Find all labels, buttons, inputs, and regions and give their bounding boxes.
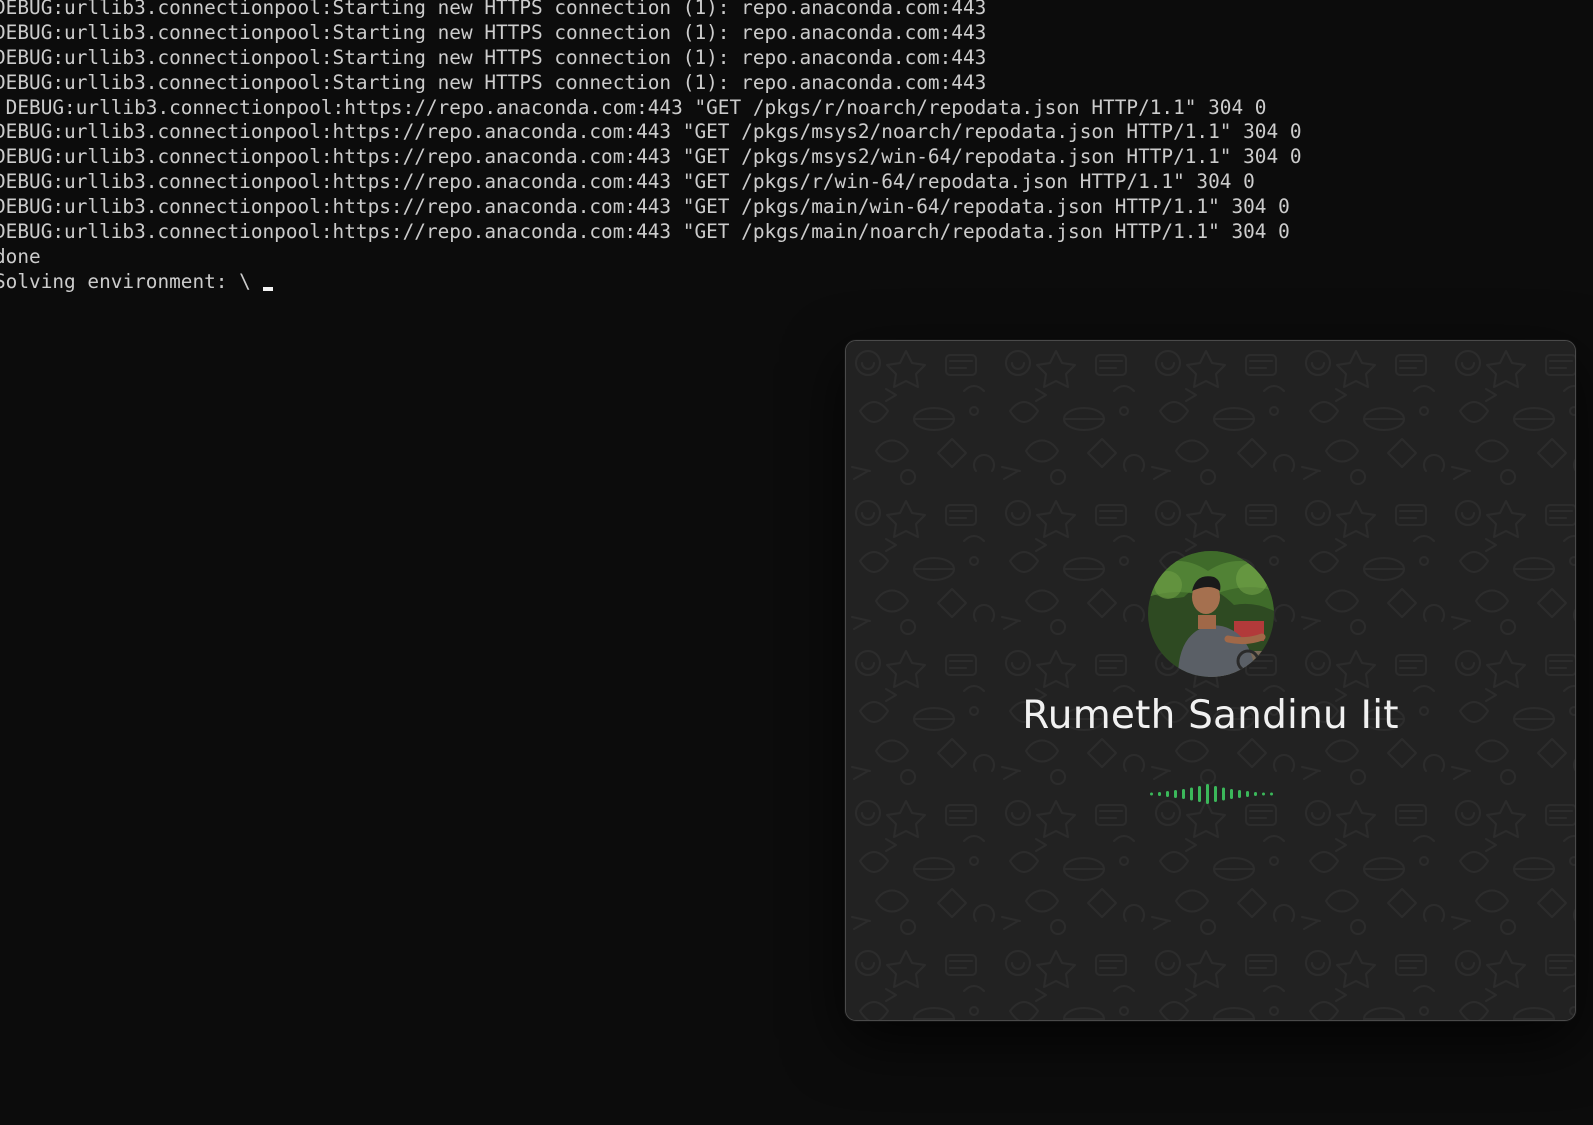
caller-name: Rumeth Sandinu Iit [1022, 693, 1399, 738]
waveform-bar [1262, 792, 1265, 796]
terminal-line: DEBUG:urllib3.connectionpool:Starting ne… [0, 70, 987, 94]
waveform-bar [1158, 792, 1161, 796]
terminal-line: DEBUG:urllib3.connectionpool:Starting ne… [0, 45, 987, 69]
waveform-bar [1222, 787, 1225, 801]
waveform-bar [1150, 792, 1153, 796]
waveform-bar [1238, 790, 1241, 798]
doodle-pattern-background [846, 341, 1575, 1020]
terminal-prompt-line[interactable]: Solving environment: \ [0, 270, 1302, 295]
waveform-bar [1182, 789, 1185, 799]
terminal-line: done [0, 244, 41, 268]
prompt-text: Solving environment: \ [0, 269, 251, 293]
terminal-line: DEBUG:urllib3.connectionpool:Starting ne… [0, 20, 987, 44]
waveform-bar [1206, 784, 1209, 804]
call-window[interactable]: Rumeth Sandinu Iit [845, 340, 1576, 1021]
waveform-bar [1254, 792, 1257, 796]
waveform-bar [1270, 792, 1273, 796]
terminal-output: DEBUG:urllib3.connectionpool:Starting ne… [0, 0, 1302, 295]
waveform-bar [1190, 787, 1193, 801]
terminal-line: DEBUG:urllib3.connectionpool:https://rep… [0, 120, 1302, 144]
waveform-bar [1230, 789, 1233, 799]
text-cursor [262, 287, 273, 292]
waveform-bar [1166, 791, 1169, 797]
terminal-line: DEBUG:urllib3.connectionpool:https://rep… [0, 220, 1290, 244]
waveform-bar [1198, 786, 1201, 802]
terminal-line: DEBUG:urllib3.connectionpool:https://rep… [0, 195, 1290, 219]
waveform-bar [1214, 786, 1217, 802]
terminal-line: DEBUG:urllib3.connectionpool:Starting ne… [0, 0, 987, 19]
terminal-line: DEBUG:urllib3.connectionpool:https://rep… [0, 170, 1255, 194]
audio-waveform-icon [1150, 784, 1273, 804]
terminal-line: DEBUG:urllib3.connectionpool:https://rep… [0, 145, 1302, 169]
caller-avatar [1148, 551, 1274, 677]
waveform-bar [1246, 791, 1249, 797]
terminal-line: DEBUG:urllib3.connectionpool:https://rep… [0, 95, 1267, 119]
waveform-bar [1174, 790, 1177, 798]
